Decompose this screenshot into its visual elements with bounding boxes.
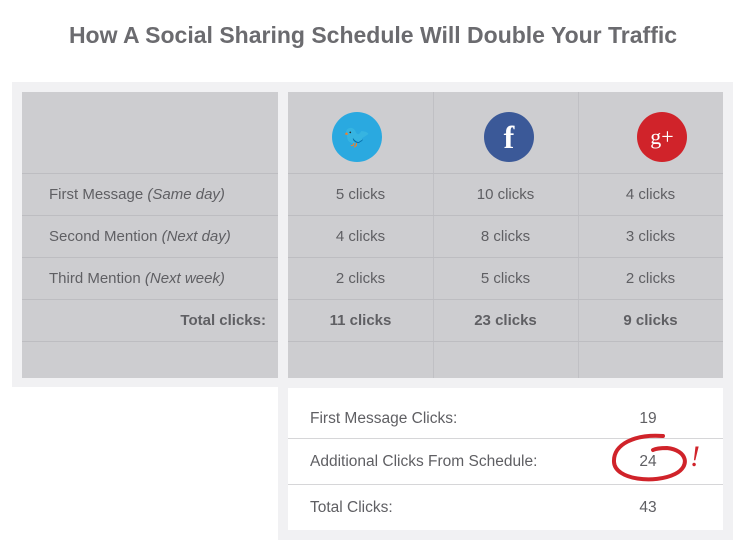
row-label: Second Mention (Next day)	[22, 215, 278, 257]
table-row: 5 clicks 10 clicks 4 clicks	[288, 173, 723, 215]
twitter-icon: 🐦	[332, 112, 382, 162]
table-row: 2 clicks 5 clicks 2 clicks	[288, 257, 723, 299]
empty-row	[22, 341, 278, 378]
empty-row	[288, 341, 723, 378]
google-plus-icon: g+	[637, 112, 687, 162]
row-label: First Message (Same day)	[22, 173, 278, 215]
summary-row: Total Clicks: 43	[288, 484, 723, 530]
totals-row: 11 clicks 23 clicks 9 clicks	[288, 299, 723, 341]
exclamation-mark: !	[690, 440, 700, 473]
row-label: Third Mention (Next week)	[22, 257, 278, 299]
row-labels-column: First Message (Same day) Second Mention …	[22, 92, 278, 378]
totals-label: Total clicks:	[22, 299, 278, 341]
table-row: 4 clicks 8 clicks 3 clicks	[288, 215, 723, 257]
page-title: How A Social Sharing Schedule Will Doubl…	[68, 22, 678, 48]
facebook-icon: f	[484, 112, 534, 162]
